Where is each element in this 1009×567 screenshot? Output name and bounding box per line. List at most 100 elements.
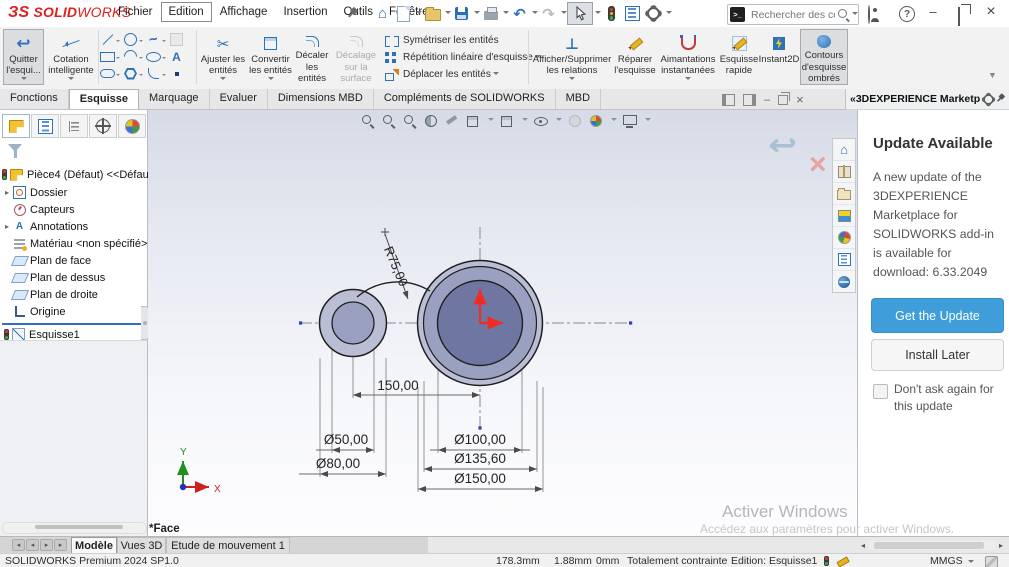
rapid-sketch-button[interactable]: Esquisse rapide: [720, 29, 758, 85]
command-search-input[interactable]: [749, 7, 837, 22]
ribbon-collapse-button[interactable]: ▲: [988, 71, 997, 81]
offset-entities-button[interactable]: Décaler les entités: [294, 29, 330, 85]
appearances-button[interactable]: [833, 227, 855, 249]
menu-edition[interactable]: Edition: [160, 2, 212, 22]
nav-next-button[interactable]: ▸: [40, 539, 53, 551]
scroll-right-icon[interactable]: ▸: [996, 541, 1006, 550]
units-indicator[interactable]: MMGS: [930, 555, 963, 567]
polygon-dropdown[interactable]: [139, 73, 143, 78]
tab-mbd[interactable]: MBD: [556, 89, 602, 109]
tree-item-dossier[interactable]: ▸ Dossier: [2, 184, 67, 201]
slot-dropdown[interactable]: [116, 73, 120, 78]
instant-snaps-flyout[interactable]: [685, 77, 691, 83]
relations-flyout[interactable]: [569, 77, 575, 83]
task-pane-pin-icon[interactable]: [996, 94, 1006, 104]
scrollbar-thumb[interactable]: [35, 525, 123, 529]
tree-item-annotations[interactable]: ▸ A Annotations: [2, 218, 88, 235]
dia80-text[interactable]: Ø80,00: [316, 456, 360, 471]
account-button[interactable]: [868, 5, 870, 24]
restore-button[interactable]: [952, 7, 960, 26]
undo-button[interactable]: ↶: [510, 4, 529, 23]
select-tool-button[interactable]: [567, 2, 593, 25]
propertymanager-tab[interactable]: [31, 114, 59, 138]
display-style-dropdown[interactable]: [522, 118, 528, 124]
nav-prev-button[interactable]: ◂: [26, 539, 39, 551]
home-button[interactable]: ⌂: [373, 4, 392, 23]
rectangle-dropdown[interactable]: [116, 56, 120, 61]
tree-horizontal-scrollbar[interactable]: [2, 522, 147, 534]
tag-status-icon[interactable]: [985, 556, 998, 567]
3dexperience-button[interactable]: [833, 271, 855, 292]
shaded-sketch-contours-button[interactable]: Contours d'esquisse ombrés: [800, 29, 848, 85]
move-entities-button[interactable]: Déplacer les entités: [385, 66, 527, 83]
tree-item-plan-de-dessus[interactable]: Plan de dessus: [10, 269, 105, 286]
hide-show-dropdown[interactable]: [556, 118, 562, 124]
design-library-button[interactable]: [833, 161, 855, 183]
tab-vues-3d[interactable]: Vues 3D: [117, 537, 166, 553]
spline-tool-button[interactable]: ~: [146, 30, 161, 48]
tree-item-part[interactable]: Pièce4 (Défaut) <<Défaut>_E: [2, 166, 172, 183]
tab-complements[interactable]: Compléments de SOLIDWORKS: [374, 89, 556, 109]
nav-last-button[interactable]: ▸: [54, 539, 67, 551]
options-button[interactable]: [644, 4, 663, 23]
instant-snaps-button[interactable]: Aimantations instantanées: [657, 29, 719, 85]
tab-dimensions-mbd[interactable]: Dimensions MBD: [268, 89, 374, 109]
scroll-left-icon[interactable]: ◂: [858, 541, 868, 550]
apply-scene-dropdown[interactable]: [611, 118, 617, 124]
convert-entities-button[interactable]: Convertir les entités: [248, 29, 293, 85]
arc-dropdown[interactable]: [139, 56, 143, 61]
zoom-to-fit-icon[interactable]: [360, 113, 376, 129]
dimxpertmanager-tab[interactable]: [89, 114, 117, 138]
new-document-dropdown[interactable]: [416, 10, 422, 17]
dock-right-icon[interactable]: [743, 93, 756, 106]
spline-dropdown[interactable]: [162, 39, 166, 44]
small-inner-circle[interactable]: [331, 301, 375, 345]
rectangle-tool-button[interactable]: [100, 49, 115, 64]
exit-sketch-button[interactable]: ↩ Quitter l'esqui...: [3, 29, 44, 85]
dia50-text[interactable]: Ø50,00: [324, 432, 368, 447]
radius-dimension[interactable]: R75,00: [381, 228, 411, 300]
nav-first-button[interactable]: ◂: [12, 539, 25, 551]
print-button[interactable]: [481, 4, 500, 23]
scrollbar-track[interactable]: [868, 540, 996, 550]
task-pane-gear-icon[interactable]: [983, 93, 994, 105]
dia135-text[interactable]: Ø135,60: [454, 451, 506, 466]
zoom-to-area-icon[interactable]: [381, 113, 397, 129]
smart-dimension-flyout[interactable]: [68, 77, 74, 83]
confirm-corner-cancel-icon[interactable]: ×: [809, 150, 827, 180]
section-view-icon[interactable]: [423, 113, 439, 129]
dia150-text[interactable]: Ø150,00: [454, 471, 506, 486]
tree-item-materiau[interactable]: Matériau <non spécifié>: [12, 235, 147, 252]
close-button[interactable]: ×: [980, 3, 1002, 21]
options-list-button[interactable]: [623, 4, 642, 23]
minimize-button[interactable]: –: [922, 4, 944, 19]
dia100-text[interactable]: Ø100,00: [454, 432, 506, 447]
open-dropdown[interactable]: [445, 10, 451, 17]
view-settings-dropdown[interactable]: [645, 118, 651, 124]
linear-pattern-button[interactable]: Répétition linéaire d'esquisse: [385, 49, 541, 66]
repair-sketch-button[interactable]: Réparer l'esquisse: [614, 29, 656, 85]
circle-dropdown[interactable]: [139, 39, 143, 44]
graphics-viewport[interactable]: R75,00 150,00 Ø50,00 Ø80,00 Ø100,00 Ø135…: [148, 110, 857, 536]
point-tool-button[interactable]: [169, 66, 184, 81]
tab-modele[interactable]: Modèle: [71, 537, 117, 553]
units-dropdown[interactable]: [968, 560, 974, 566]
line-dropdown[interactable]: [116, 39, 120, 44]
featuremanager-tab[interactable]: [2, 114, 30, 138]
select-tool-dropdown[interactable]: [595, 10, 601, 17]
get-update-button[interactable]: Get the Update: [871, 298, 1004, 333]
line-tool-button[interactable]: [100, 32, 115, 47]
radius-dimension-text[interactable]: R75,00: [381, 244, 411, 288]
redo-button[interactable]: ↷: [539, 4, 558, 23]
display-style-icon[interactable]: [499, 113, 515, 129]
menu-fichier[interactable]: Fichier: [110, 2, 161, 22]
view-palette-button[interactable]: [833, 205, 855, 227]
view-orientation-icon[interactable]: [465, 113, 481, 129]
display-delete-relations-button[interactable]: ⊥ Afficher/Supprimer les relations: [531, 29, 613, 85]
sketch-annotation-icon[interactable]: [444, 113, 460, 129]
circle-tool-button[interactable]: [123, 32, 138, 47]
custom-properties-button[interactable]: [833, 249, 855, 271]
task-pane-header[interactable]: «3DEXPERIENCE Marketp: [845, 89, 1009, 110]
print-dropdown[interactable]: [503, 10, 509, 17]
trim-entities-button[interactable]: ✂ Ajuster les entités: [199, 29, 247, 85]
